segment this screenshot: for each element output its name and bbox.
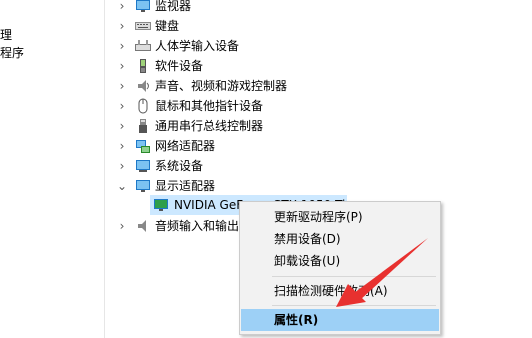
menu-item-label: 属性(R) <box>274 313 319 327</box>
chevron-down-icon[interactable]: ⌄ <box>116 176 128 196</box>
keyboard-icon <box>135 22 151 30</box>
chevron-right-icon[interactable]: › <box>116 56 128 76</box>
audio-io-icon <box>138 220 146 232</box>
speaker-icon <box>138 80 149 92</box>
chevron-right-icon[interactable]: › <box>116 96 128 116</box>
chevron-right-icon[interactable]: › <box>116 216 128 236</box>
menu-item-properties[interactable]: 属性(R) <box>241 309 439 331</box>
tree-item-label: 鼠标和其他指针设备 <box>155 99 264 113</box>
panel-divider <box>104 0 105 338</box>
chevron-right-icon[interactable]: › <box>116 76 128 96</box>
chevron-right-icon[interactable]: › <box>116 156 128 176</box>
left-panel-item[interactable]: 理 <box>0 26 12 43</box>
tree-item-label: 人体学输入设备 <box>155 39 240 53</box>
tree-item-label: 声音、视频和游戏控制器 <box>155 79 288 93</box>
menu-item-label: 卸载设备(U) <box>274 254 341 268</box>
menu-item-scan-hardware[interactable]: 扫描检测硬件改动(A) <box>241 280 439 302</box>
chevron-right-icon[interactable]: › <box>116 116 128 136</box>
tree-item-label: 键盘 <box>155 19 180 33</box>
menu-separator <box>272 305 436 306</box>
context-menu: 更新驱动程序(P) 禁用设备(D) 卸载设备(U) 扫描检测硬件改动(A) 属性… <box>239 201 441 335</box>
menu-item-label: 扫描检测硬件改动(A) <box>274 284 388 298</box>
gpu-icon <box>154 199 168 211</box>
menu-item-uninstall-device[interactable]: 卸载设备(U) <box>241 250 439 272</box>
tree-item-label: 软件设备 <box>155 59 204 73</box>
display-adapter-icon <box>136 180 150 192</box>
menu-item-disable-device[interactable]: 禁用设备(D) <box>241 228 439 250</box>
chevron-right-icon[interactable]: › <box>116 36 128 56</box>
monitor-icon <box>136 0 150 12</box>
menu-separator <box>272 276 436 277</box>
system-device-icon <box>136 160 150 172</box>
tree-item-label: 音频输入和输出 <box>155 219 240 233</box>
tree-item-label: 通用串行总线控制器 <box>155 119 264 133</box>
mouse-icon <box>138 98 148 114</box>
chevron-right-icon[interactable]: › <box>116 136 128 156</box>
tree-item-label: 系统设备 <box>155 159 204 173</box>
tree-item-label: 网络适配器 <box>155 139 216 153</box>
chevron-right-icon[interactable]: › <box>116 0 128 16</box>
menu-item-label: 禁用设备(D) <box>274 232 341 246</box>
software-device-icon <box>140 59 146 73</box>
menu-item-update-driver[interactable]: 更新驱动程序(P) <box>241 206 439 228</box>
tree-item-label: 显示适配器 <box>155 179 216 193</box>
usb-icon <box>139 119 147 133</box>
chevron-right-icon[interactable]: › <box>116 16 128 36</box>
tree-item-label: 监视器 <box>155 0 192 13</box>
left-panel-item[interactable]: 程序 <box>0 44 24 61</box>
menu-item-label: 更新驱动程序(P) <box>274 210 363 224</box>
network-icon <box>136 140 150 153</box>
hid-icon <box>135 40 151 51</box>
